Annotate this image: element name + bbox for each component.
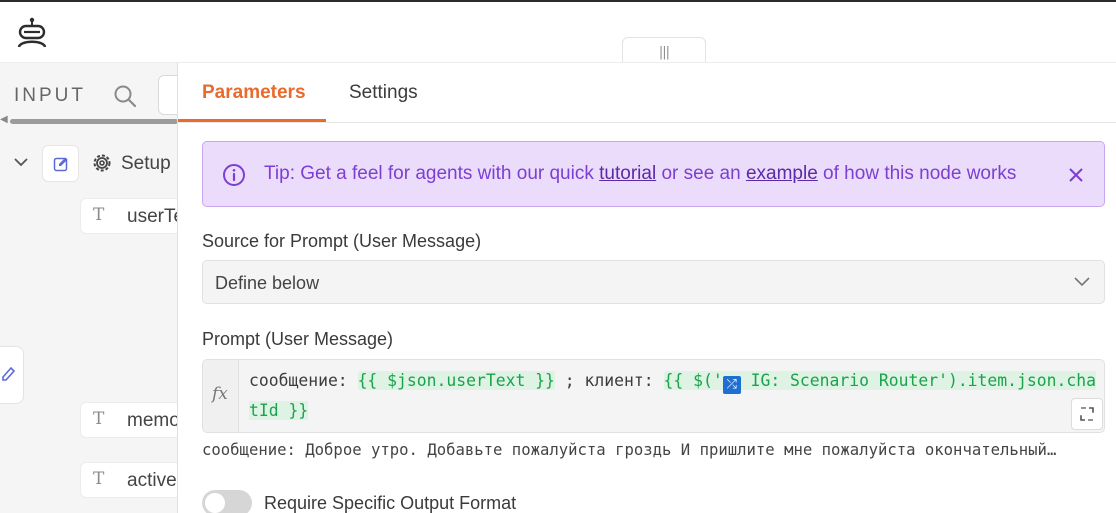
- prompt-result-preview: сообщение: Доброе утро. Добавьте пожалуй…: [202, 441, 1057, 459]
- chevron-down-icon[interactable]: [13, 154, 29, 170]
- field-item[interactable]: T memoryKey: [80, 402, 178, 438]
- active-tab-indicator: [178, 119, 326, 122]
- info-icon: [223, 164, 245, 186]
- source-select[interactable]: Define below: [202, 260, 1105, 304]
- tree-node-label[interactable]: Setup: [121, 153, 171, 175]
- prompt-text-part: сообщение:: [249, 371, 358, 390]
- expression-mode-indicator: fx: [203, 360, 239, 432]
- horizontal-scrollbar[interactable]: [10, 119, 178, 124]
- shuffle-emoji-icon: ⤮: [722, 376, 741, 394]
- edit-icon: [53, 157, 68, 172]
- expression-token: {{ $json.userText }}: [357, 371, 555, 390]
- top-bar: |||: [0, 0, 1116, 65]
- toggle-knob: [205, 493, 225, 513]
- prompt-expression-editor[interactable]: fx сообщение: {{ $json.userText }} ; кли…: [202, 359, 1105, 433]
- tip-text-middle: or see an: [656, 163, 746, 184]
- tip-text-prefix: Tip: Get a feel for agents with our quic…: [264, 163, 600, 184]
- node-parameters-panel: Parameters Settings Tip: Get a feel for …: [177, 62, 1116, 513]
- field-label: memoryKey: [127, 410, 178, 431]
- example-link[interactable]: example: [746, 163, 818, 184]
- field-item[interactable]: T activeScenario: [80, 462, 178, 498]
- tip-text-suffix: of how this node works: [817, 163, 1017, 184]
- tab-settings[interactable]: Settings: [349, 82, 418, 104]
- tab-parameters[interactable]: Parameters: [202, 82, 306, 104]
- expand-icon: [1080, 407, 1094, 421]
- field-item[interactable]: T userText: [80, 198, 178, 234]
- side-edit-tab[interactable]: [0, 346, 24, 404]
- search-icon[interactable]: [113, 84, 137, 108]
- edit-icon: [2, 366, 16, 381]
- close-icon[interactable]: [1068, 167, 1084, 183]
- source-field-label: Source for Prompt (User Message): [202, 231, 482, 251]
- robot-logo-icon[interactable]: [14, 16, 50, 50]
- prompt-code[interactable]: сообщение: {{ $json.userText }} ; клиент…: [249, 366, 1105, 426]
- input-panel-title: INPUT: [14, 85, 86, 106]
- input-panel: INPUT ◀ Setup T userText T memoryKey T a…: [0, 62, 178, 513]
- text-type-icon: T: [93, 409, 105, 429]
- source-select-value: Define below: [215, 273, 320, 293]
- field-label: userText: [127, 206, 178, 227]
- tip-text: Tip: Get a feel for agents with our quic…: [264, 163, 1016, 185]
- fx-icon: fx: [212, 384, 228, 404]
- panel-drag-handle[interactable]: |||: [622, 37, 706, 65]
- expand-editor-button[interactable]: [1071, 398, 1103, 430]
- text-type-icon: T: [93, 469, 105, 489]
- tutorial-link[interactable]: tutorial: [599, 163, 656, 184]
- panel-tabs: Parameters Settings: [178, 63, 1116, 123]
- require-format-toggle[interactable]: [202, 490, 252, 513]
- scroll-left-arrow-icon[interactable]: ◀: [0, 114, 8, 125]
- prompt-field-label: Prompt (User Message): [202, 329, 394, 349]
- text-type-icon: T: [93, 205, 105, 225]
- edit-node-button[interactable]: [42, 145, 79, 182]
- require-format-label: Require Specific Output Format: [264, 493, 517, 513]
- chevron-down-icon: [1074, 277, 1090, 287]
- view-mode-toggle[interactable]: [158, 75, 178, 115]
- tip-banner: Tip: Get a feel for agents with our quic…: [202, 141, 1105, 207]
- gear-icon: [93, 154, 111, 172]
- expression-token-start: {{ $(': [663, 371, 723, 390]
- field-label: activeScenario: [127, 470, 178, 491]
- prompt-text-part: ; клиент:: [554, 371, 664, 390]
